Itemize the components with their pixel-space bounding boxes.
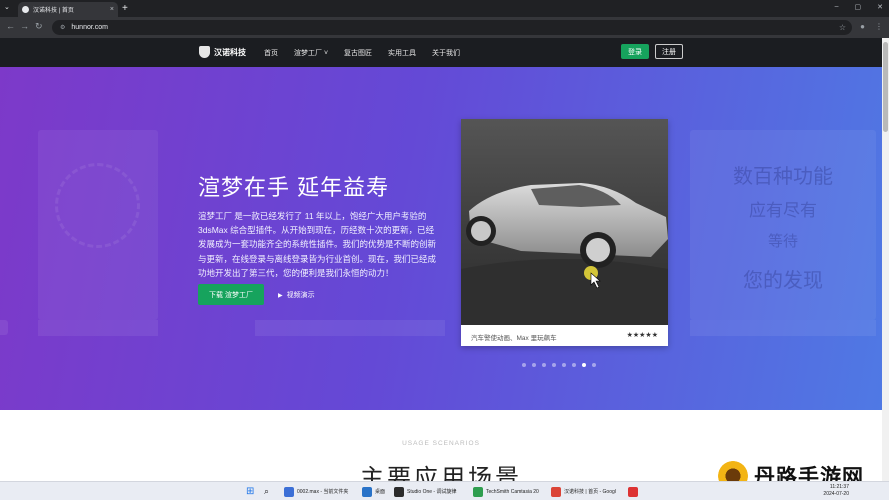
video-demo-link[interactable]: ▶ 视频演示 — [278, 290, 315, 300]
site-info-icon[interactable]: ⚙ — [60, 24, 65, 31]
ghost-bar — [690, 320, 876, 336]
app-icon — [551, 486, 561, 497]
clock-date: 2024-07-20 — [823, 491, 849, 497]
download-button[interactable]: 下载 渲梦工厂 — [198, 284, 264, 305]
carousel-dot[interactable] — [522, 363, 526, 367]
taskbar-app[interactable]: TechSmith Camtasia 20 — [473, 485, 539, 498]
carousel-dot[interactable] — [562, 363, 566, 367]
start-windows-icon[interactable]: ⊞ — [246, 485, 254, 498]
nav-item-about[interactable]: 关于我们 — [432, 48, 460, 58]
new-tab-icon[interactable]: + — [122, 3, 128, 14]
prev-slide-edge — [0, 320, 8, 335]
ghost-bar — [38, 320, 158, 336]
tab-title: 汉诺科技 | 首页 — [33, 8, 74, 14]
carousel-dot[interactable] — [582, 363, 586, 367]
nav-item-render-factory[interactable]: 渲梦工厂 ˅ — [294, 48, 328, 58]
ghost-line: 应有尽有 — [749, 201, 817, 220]
maximize-icon[interactable]: ▢ — [855, 3, 862, 11]
brand-name: 汉诺科技 — [214, 47, 246, 57]
search-icon[interactable]: ⌕ — [264, 485, 269, 498]
reload-icon[interactable]: ↻ — [35, 21, 43, 32]
shield-logo-icon — [199, 46, 210, 58]
nav-item-home[interactable]: 首页 — [264, 48, 278, 58]
taskbar-app-label: 0002.max - 当前文件夹 — [297, 489, 349, 495]
carousel-slide[interactable]: 汽车警使动画、Max 里玩飙车 ★★★★★ — [461, 119, 668, 346]
next-slide-ghost: 数百种功能 应有尽有 等待 您的发现 — [690, 130, 876, 320]
app-icon — [628, 486, 638, 497]
browser-tabbar: ⌄ 汉诺科技 | 首页 × + – ▢ ✕ — [0, 0, 889, 17]
hero-title: 渲梦在手 延年益寿 — [198, 175, 390, 200]
nav-item-tools[interactable]: 实用工具 — [388, 48, 416, 58]
taskbar-app-label: 桌面 — [375, 489, 386, 495]
ghost-bar — [255, 320, 445, 336]
taskbar-app-label: 汉诺科技 | 首页 - Googl — [564, 489, 616, 495]
carousel-dot[interactable] — [552, 363, 556, 367]
ghost-line: 您的发现 — [743, 270, 823, 292]
app-icon — [362, 486, 372, 497]
app-icon — [473, 486, 483, 497]
taskbar-app[interactable] — [628, 485, 641, 498]
video-demo-label: 视频演示 — [286, 292, 315, 299]
favicon-icon — [22, 6, 29, 13]
car-render-image — [461, 119, 668, 325]
taskbar-app-label: TechSmith Camtasia 20 — [486, 488, 539, 495]
login-button[interactable]: 登录 — [621, 44, 649, 59]
app-icon — [284, 486, 294, 497]
taskbar-app[interactable]: 0002.max - 当前文件夹 — [284, 485, 348, 498]
profile-icon[interactable]: ● — [860, 22, 865, 31]
rating-stars: ★★★★★ — [626, 332, 658, 339]
window-controls: – ▢ ✕ — [835, 3, 883, 11]
play-icon: ▶ — [278, 292, 283, 299]
carousel-dots — [522, 363, 596, 367]
brand-logo[interactable]: 汉诺科技 — [199, 46, 246, 58]
carousel-dot[interactable] — [532, 363, 536, 367]
section-subtitle: USAGE SCENARIOS — [402, 440, 480, 447]
minimize-icon[interactable]: – — [835, 3, 839, 11]
bookmark-star-icon[interactable]: ☆ — [839, 23, 846, 32]
url-text: hunnor.com — [71, 24, 108, 31]
taskbar-app[interactable]: 汉诺科技 | 首页 - Googl — [551, 485, 616, 498]
address-bar[interactable]: ⚙ hunnor.com ☆ — [52, 20, 852, 35]
app-icon — [394, 486, 404, 497]
page-scrollbar[interactable] — [882, 38, 889, 481]
ghost-line: 等待 — [767, 233, 798, 250]
carousel-dot[interactable] — [572, 363, 576, 367]
menu-icon[interactable]: ⋮ — [875, 22, 883, 31]
register-button[interactable]: 注册 — [655, 44, 683, 59]
system-clock[interactable]: 11:21:37 2024-07-20 — [823, 484, 849, 498]
os-taskbar: ⊞ ⌕ 0002.max - 当前文件夹 桌面 Studio One - 调试旋律 T… — [0, 481, 889, 500]
scrollbar-thumb[interactable] — [883, 42, 888, 132]
site-header: 汉诺科技 首页 渲梦工厂 ˅ 复古图匠 实用工具 关于我们 登录 注册 — [0, 38, 882, 67]
carousel-dot[interactable] — [592, 363, 596, 367]
close-icon[interactable]: × — [110, 6, 114, 13]
clock-time: 11:21:37 — [829, 484, 849, 490]
carousel-dot[interactable] — [542, 363, 546, 367]
nav-item-retro[interactable]: 复古图匠 — [344, 48, 372, 58]
main-nav: 首页 渲梦工厂 ˅ 复古图匠 实用工具 关于我们 — [264, 48, 460, 58]
toolbar-right: ● ⋮ — [860, 22, 883, 31]
taskbar-app-label: Studio One - 调试旋律 — [407, 489, 457, 495]
browser-tab[interactable]: 汉诺科技 | 首页 × — [18, 2, 118, 17]
taskbar-app[interactable]: 桌面 — [362, 485, 385, 498]
forward-icon[interactable]: → — [20, 21, 29, 31]
window-close-icon[interactable]: ✕ — [877, 3, 883, 11]
back-icon[interactable]: ← — [6, 21, 15, 31]
hero-description: 渲梦工厂 是一款已经发行了 11 年以上，饱经广大用户考验的 3dsMax 综合… — [198, 211, 437, 278]
slide-caption: 汽车警使动画、Max 里玩飙车 — [471, 335, 557, 342]
tab-search-icon[interactable]: ⌄ — [4, 3, 10, 11]
browser-toolbar: ← → ↻ ⚙ hunnor.com ☆ ● ⋮ — [0, 17, 889, 38]
taskbar-app[interactable]: Studio One - 调试旋律 — [394, 485, 456, 498]
hero-banner: 数百种功能 应有尽有 等待 您的发现 渲梦在手 延年益寿 渲梦工厂 是一款已经发… — [0, 67, 882, 410]
ghost-logo-circle — [55, 163, 140, 248]
ghost-line: 数百种功能 — [733, 166, 833, 188]
